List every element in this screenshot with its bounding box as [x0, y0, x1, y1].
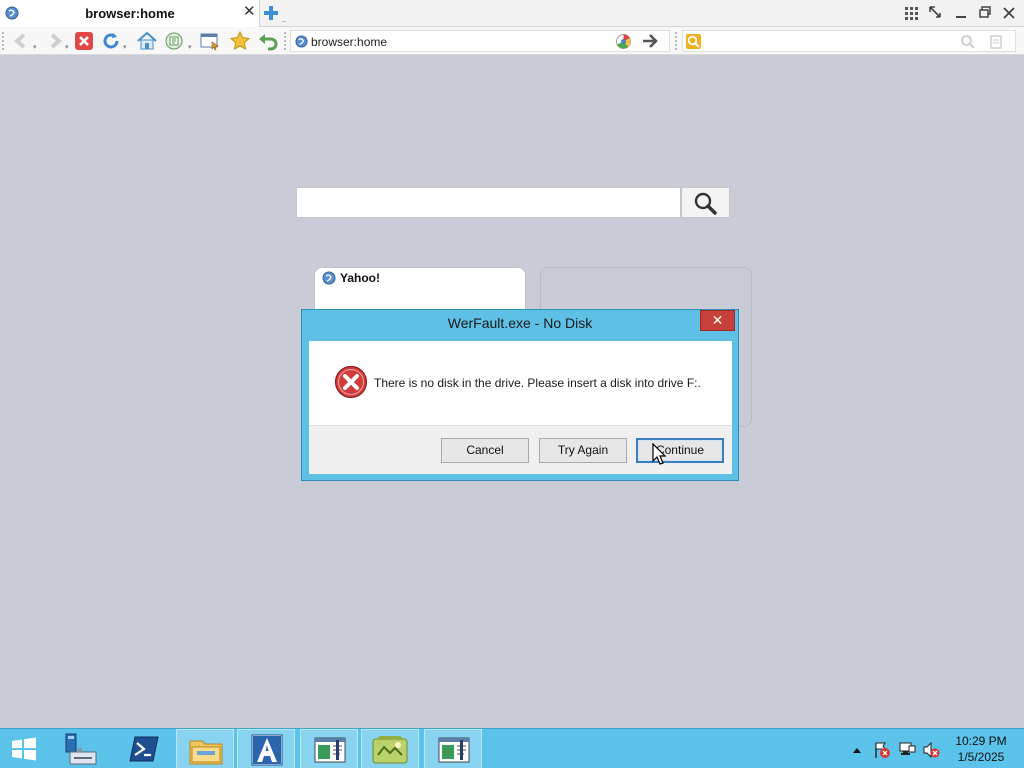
dialog-button-row: Cancel Try Again Continue [309, 425, 732, 474]
go-arrow-icon[interactable] [641, 32, 661, 53]
dialog-close-button[interactable]: ✕ [700, 310, 735, 331]
home-button[interactable] [136, 30, 158, 52]
search-engine-icon[interactable] [685, 33, 702, 53]
clock-time: 10:29 PM [955, 734, 1007, 748]
server-manager-icon [64, 732, 98, 768]
show-hidden-icons-icon[interactable] [852, 743, 862, 757]
file-explorer-icon [189, 735, 223, 768]
tab-title: browser:home [85, 6, 175, 21]
continue-button[interactable]: Continue [636, 438, 724, 463]
forward-button[interactable] [44, 30, 66, 52]
reload-dropdown-icon[interactable]: ▾ [123, 43, 127, 51]
no-disk-dialog: WerFault.exe - No Disk ✕ There is no dis… [301, 309, 739, 481]
system-clock[interactable]: 10:29 PM 1/5/2025 [944, 733, 1018, 765]
taskbar-window-app[interactable] [300, 729, 358, 768]
restore-tab-icon[interactable] [927, 4, 947, 22]
error-icon [334, 365, 368, 402]
mouse-cursor-icon [652, 442, 667, 468]
new-tab-button[interactable]: _ [263, 4, 289, 22]
search-icon[interactable] [960, 34, 976, 53]
window-app-icon [314, 737, 346, 766]
minimize-icon[interactable] [952, 4, 972, 22]
clock-date: 1/5/2025 [957, 750, 1005, 764]
taskbar-game-app[interactable] [361, 729, 419, 768]
powershell-icon [129, 736, 159, 765]
tab-browser-home[interactable]: browser:home ✕ [0, 0, 260, 27]
toolbar-grip [2, 32, 4, 50]
maximize-icon[interactable] [976, 4, 996, 22]
taskbar-file-explorer[interactable] [176, 729, 234, 768]
toolbar-grip [675, 32, 677, 50]
taskbar-powershell[interactable] [116, 729, 174, 768]
dialog-title: WerFault.exe - No Disk [447, 315, 593, 331]
toolbar-grip [284, 32, 286, 50]
taskbar-browser-app[interactable] [237, 729, 295, 768]
rss-feeds-button[interactable] [163, 30, 185, 52]
taskbar-server-manager[interactable] [54, 729, 112, 768]
try-again-button[interactable]: Try Again [539, 438, 627, 463]
back-dropdown-icon[interactable]: ▾ [33, 43, 37, 51]
navigation-toolbar: ▾ ▾ ▾ ▾ browser:home [0, 27, 1024, 55]
dialog-body: There is no disk in the drive. Please in… [309, 341, 732, 425]
globe-icon [295, 35, 308, 51]
apps-grid-icon[interactable] [902, 4, 922, 22]
rss-dropdown-icon[interactable]: ▾ [188, 43, 192, 51]
tab-close-icon[interactable]: ✕ [243, 4, 256, 20]
window-app-icon [438, 737, 470, 766]
taskbar-window-app[interactable] [424, 729, 482, 768]
taskbar: 10:29 PM 1/5/2025 [0, 728, 1024, 768]
svg-text:_: _ [281, 14, 286, 22]
dialog-message: There is no disk in the drive. Please in… [374, 376, 701, 390]
home-search-box [296, 187, 730, 218]
search-options-icon[interactable] [988, 34, 1004, 53]
reload-button[interactable] [100, 30, 122, 52]
cancel-button[interactable]: Cancel [441, 438, 529, 463]
globe-icon [322, 271, 336, 288]
home-search-button[interactable] [681, 187, 730, 218]
home-search-input[interactable] [296, 187, 681, 218]
screenshot-button[interactable] [199, 30, 221, 52]
network-icon[interactable] [898, 741, 916, 762]
browser-app-icon [251, 734, 283, 768]
start-button[interactable] [0, 729, 58, 768]
volume-muted-icon[interactable] [922, 741, 940, 762]
action-center-flag-icon[interactable] [873, 741, 891, 762]
search-bar[interactable] [682, 30, 1016, 52]
close-window-icon[interactable] [1000, 4, 1020, 22]
search-icon [694, 192, 717, 215]
address-text[interactable]: browser:home [311, 35, 387, 49]
page-info-icon[interactable] [615, 33, 632, 53]
undo-close-tab-icon[interactable] [257, 30, 279, 52]
game-app-icon [372, 735, 408, 768]
stop-button[interactable] [73, 30, 95, 52]
start-icon [11, 737, 37, 764]
forward-dropdown-icon[interactable]: ▾ [65, 43, 69, 51]
tab-bar: browser:home ✕ _ [0, 0, 1024, 27]
speed-dial-label: Yahoo! [340, 271, 381, 285]
back-button[interactable] [10, 30, 32, 52]
bookmark-star-icon[interactable] [229, 30, 251, 52]
address-bar[interactable]: browser:home [290, 30, 670, 52]
